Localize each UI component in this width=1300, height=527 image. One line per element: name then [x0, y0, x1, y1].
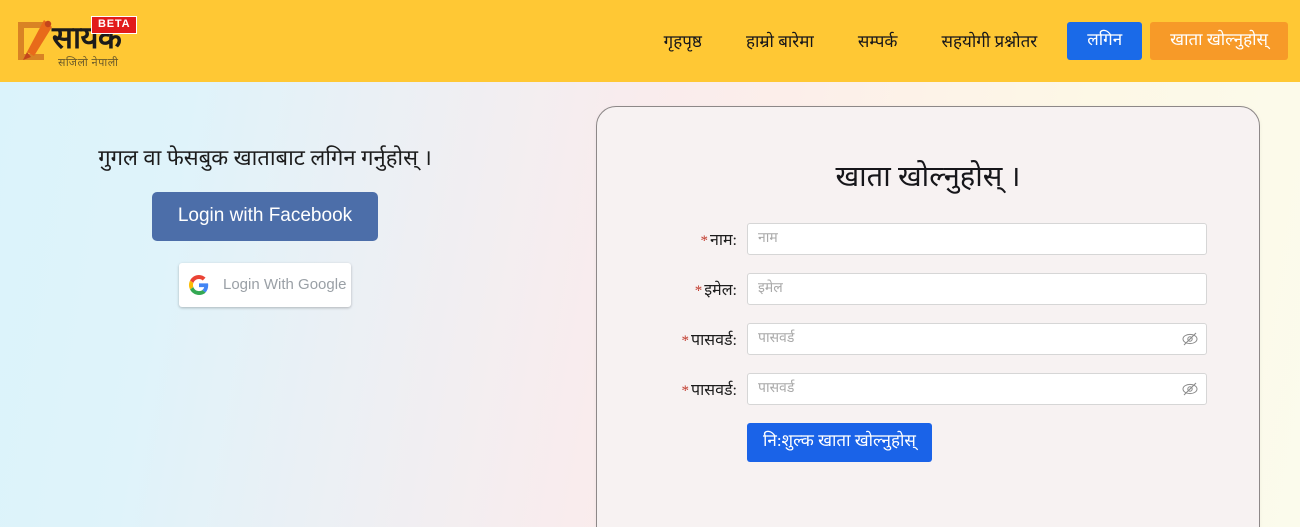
email-input-wrap — [747, 273, 1207, 305]
confirm-password-label-text: पासवर्ड: — [691, 382, 737, 399]
page-root: सायक सजिलो नेपाली BETA गृहपृष्ठ हाम्रो ब… — [0, 0, 1300, 527]
nav-faq[interactable]: सहयोगी प्रश्नोतर — [919, 33, 1059, 50]
name-input-wrap — [747, 223, 1207, 255]
social-login-heading: गुगल वा फेसबुक खाताबाट लगिन गर्नुहोस् । — [98, 145, 432, 170]
confirm-password-input-wrap — [747, 373, 1207, 405]
required-star: * — [681, 333, 690, 349]
name-field[interactable] — [747, 223, 1207, 255]
google-g-icon — [189, 274, 209, 295]
signup-form: *नाम: *इमेल: *पासवर्ड: — [597, 223, 1259, 462]
login-button[interactable]: लगिन — [1067, 21, 1143, 61]
beta-badge: BETA — [91, 16, 138, 34]
nav-contact[interactable]: सम्पर्क — [836, 33, 920, 50]
main-navigation: गृहपृष्ठ हाम्रो बारेमा सम्पर्क सहयोगी प्… — [642, 0, 1294, 82]
facebook-login-button[interactable]: Login with Facebook — [151, 192, 379, 241]
form-row-email: * इमेल: — [597, 273, 1259, 305]
email-label-text: इमेल: — [704, 282, 737, 299]
confirm-password-label: * पासवर्ड: — [597, 378, 747, 400]
signup-card-title: खाता खोल्नुहोस् । — [835, 161, 1021, 193]
nav-home[interactable]: गृहपृष्ठ — [642, 33, 724, 50]
submit-spacer — [597, 423, 747, 462]
brand-logo[interactable]: सायक सजिलो नेपाली BETA — [10, 8, 210, 74]
brand-tagline: सजिलो नेपाली — [58, 57, 119, 69]
form-row-name: * नाम: — [597, 223, 1259, 255]
google-login-button[interactable]: Login With Google — [179, 262, 351, 307]
password-label: * पासवर्ड: — [597, 328, 747, 350]
signup-button[interactable]: खाता खोल्नुहोस् — [1150, 21, 1288, 61]
password-label-text: पासवर्ड: — [691, 332, 737, 349]
password-input-wrap — [747, 323, 1207, 355]
form-row-confirm-password: * पासवर्ड: — [597, 373, 1259, 405]
eye-slash-icon[interactable] — [1182, 381, 1198, 397]
nav-about[interactable]: हाम्रो बारेमा — [724, 33, 836, 50]
required-star: * — [694, 283, 703, 299]
required-star: * — [681, 383, 690, 399]
eye-slash-icon[interactable] — [1182, 331, 1198, 347]
form-row-password: * पासवर्ड: — [597, 323, 1259, 355]
email-field[interactable] — [747, 273, 1207, 305]
name-label-text: नाम: — [709, 232, 737, 249]
password-field[interactable] — [747, 323, 1207, 355]
social-login-panel: गुगल वा फेसबुक खाताबाट लगिन गर्नुहोस् । … — [0, 142, 530, 307]
email-label: * इमेल: — [597, 278, 747, 300]
signup-card: खाता खोल्नुहोस् । *नाम: *इमेल: *पासवर्ड: — [596, 106, 1260, 527]
submit-row: नि:शुल्क खाता खोल्नुहोस् — [597, 423, 1259, 462]
confirm-password-field[interactable] — [747, 373, 1207, 405]
required-star: * — [700, 233, 708, 249]
name-label: * नाम: — [597, 228, 747, 250]
page-content: गुगल वा फेसबुक खाताबाट लगिन गर्नुहोस् । … — [0, 82, 1300, 527]
site-header: सायक सजिलो नेपाली BETA गृहपृष्ठ हाम्रो ब… — [0, 0, 1300, 82]
google-login-label: Login With Google — [223, 276, 347, 294]
create-account-button[interactable]: नि:शुल्क खाता खोल्नुहोस् — [747, 423, 932, 462]
